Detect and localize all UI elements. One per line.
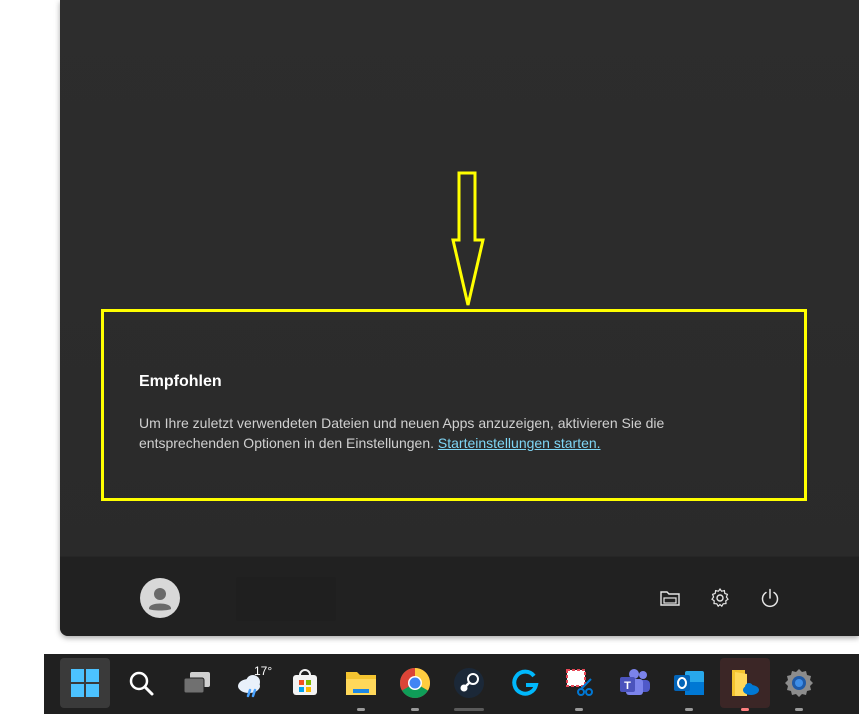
down-arrow-annotation (451, 171, 485, 306)
steam-icon (454, 668, 484, 698)
settings-app-button[interactable] (774, 658, 824, 711)
windows-start-button[interactable] (60, 658, 110, 708)
microsoft-store-button[interactable] (280, 658, 330, 708)
recommended-description: Um Ihre zuletzt verwendeten Dateien und … (139, 413, 739, 453)
folder-cloud-icon (732, 670, 759, 696)
user-avatar[interactable] (140, 578, 180, 618)
teams-icon: T (620, 669, 650, 695)
recommended-highlight-box (101, 309, 807, 501)
chrome-button[interactable] (390, 658, 440, 711)
search-icon (129, 671, 154, 696)
task-view-icon (183, 672, 210, 694)
documents-button[interactable] (655, 583, 685, 613)
taskbar: 17° T (44, 654, 859, 714)
folder-icon (346, 672, 376, 695)
windows-logo-icon (71, 669, 99, 697)
task-view-button[interactable] (172, 658, 222, 708)
teams-button[interactable]: T (610, 658, 660, 708)
snipping-tool-icon (566, 669, 593, 696)
running-indicator (411, 708, 419, 711)
file-explorer-button[interactable] (336, 658, 386, 711)
settings-gear-icon (785, 669, 813, 697)
username-redacted (236, 577, 336, 621)
running-indicator (575, 708, 583, 711)
outlook-button[interactable] (664, 658, 714, 711)
start-menu-footer (60, 556, 859, 636)
settings-button[interactable] (705, 583, 735, 613)
start-settings-link[interactable]: Starteinstellungen starten. (438, 435, 601, 451)
chrome-icon (399, 668, 431, 699)
recommended-title: Empfohlen (139, 373, 222, 390)
running-indicator (454, 708, 484, 711)
microsoft-store-icon (293, 669, 317, 695)
gear-icon (711, 587, 729, 608)
outlook-icon (674, 671, 704, 695)
user-avatar-icon (149, 588, 171, 611)
snipping-tool-button[interactable] (554, 658, 604, 711)
search-button[interactable] (116, 658, 166, 708)
recommended-description-line2: entsprechenden Optionen in den Einstellu… (139, 435, 438, 451)
logitech-g-icon (512, 669, 539, 696)
running-indicator (795, 708, 803, 711)
file-explorer-2-button[interactable] (720, 658, 770, 711)
svg-text:T: T (624, 680, 631, 692)
running-indicator (741, 708, 749, 711)
running-indicator (685, 708, 693, 711)
running-indicator (357, 708, 365, 711)
power-button[interactable] (755, 583, 785, 613)
steam-button[interactable] (444, 658, 494, 711)
weather-widget[interactable]: 17° (226, 658, 276, 708)
recommended-description-line1: Um Ihre zuletzt verwendeten Dateien und … (139, 415, 665, 431)
logitech-button[interactable] (500, 658, 550, 708)
folder-icon (660, 591, 680, 606)
power-icon (761, 588, 779, 608)
weather-temperature: 17° (254, 664, 273, 678)
